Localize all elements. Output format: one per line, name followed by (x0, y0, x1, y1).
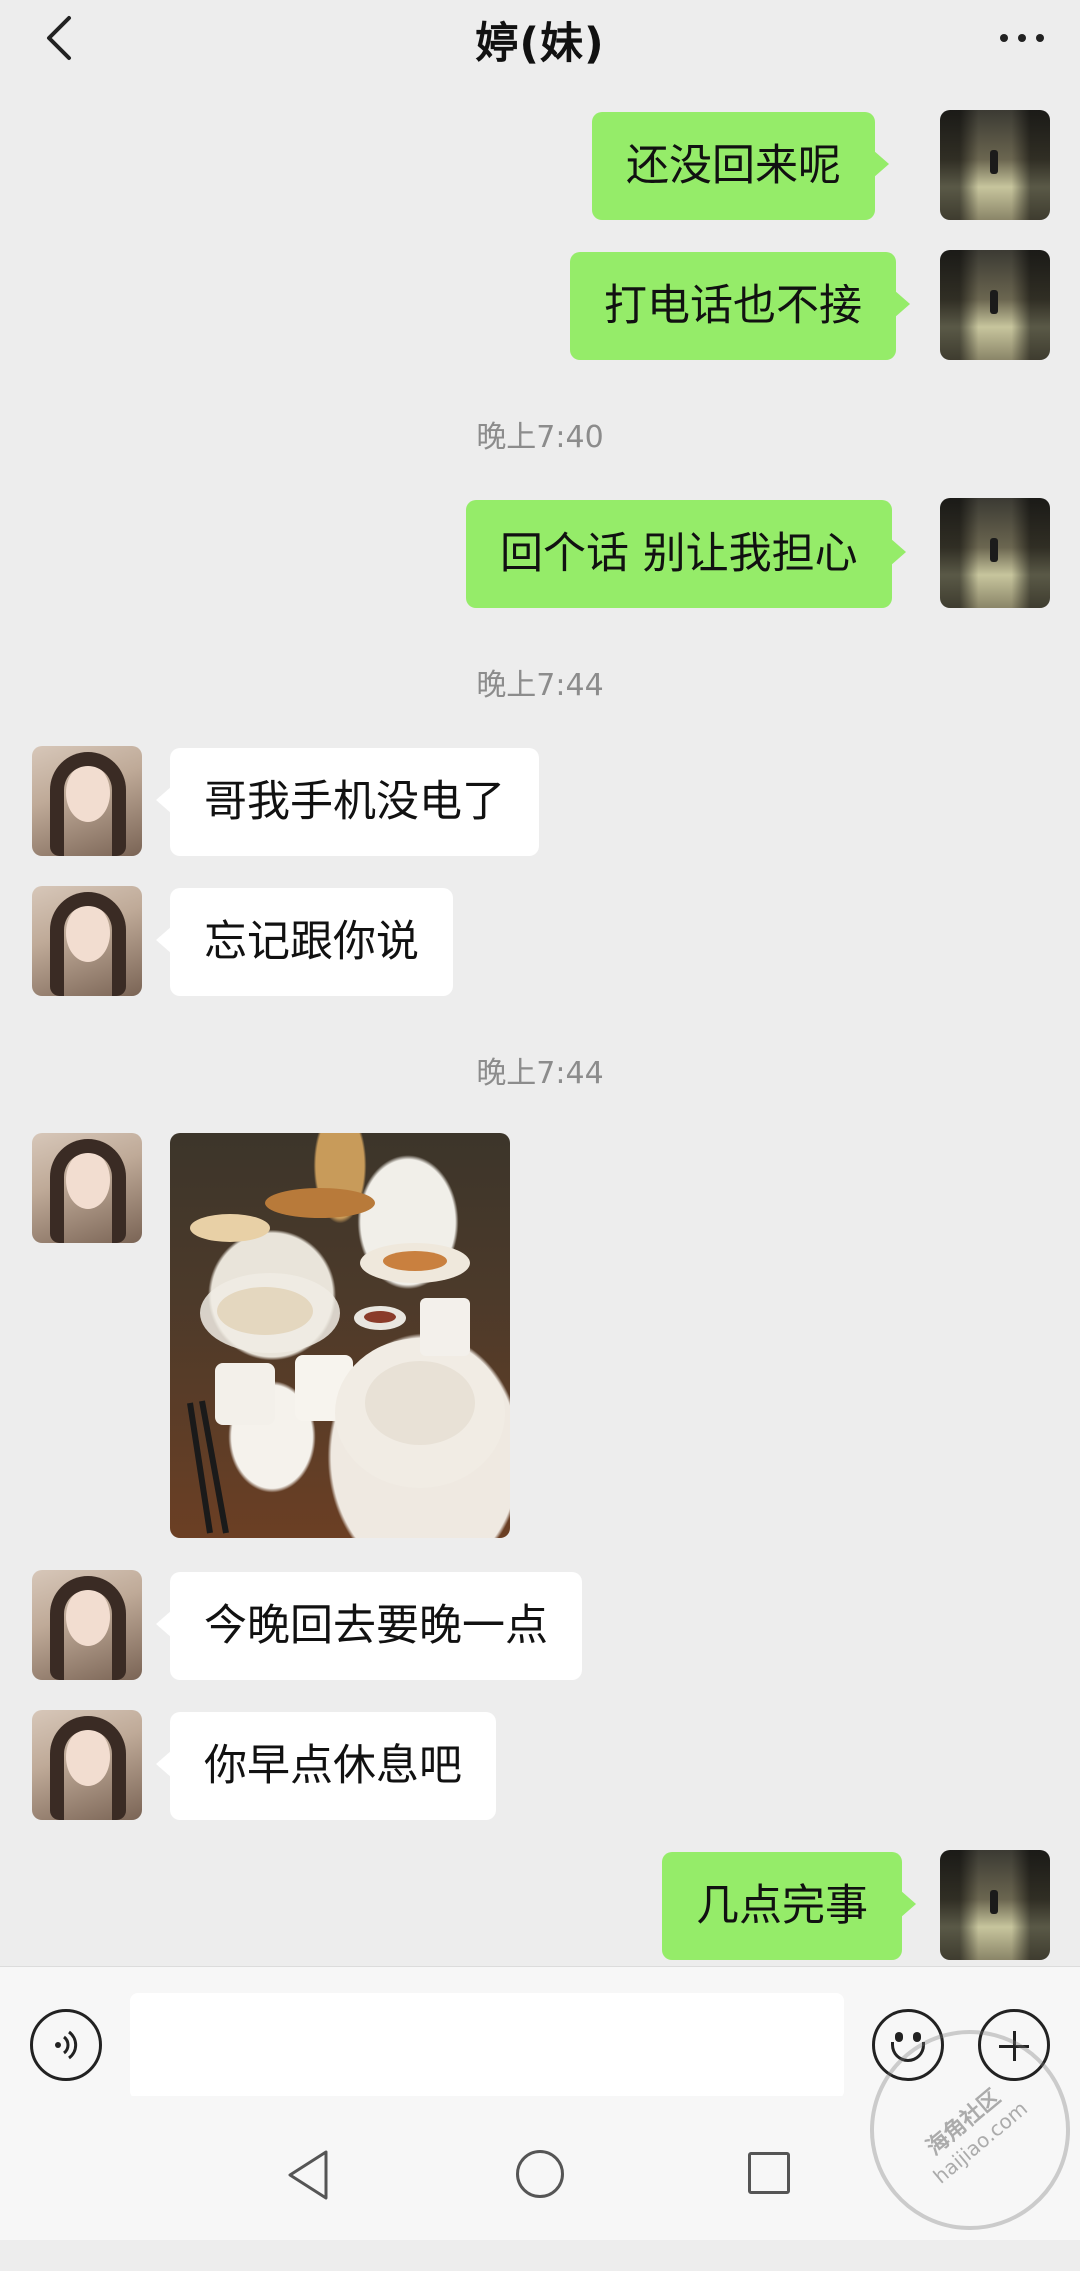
received-message-bubble[interactable]: 哥我手机没电了 (156, 748, 539, 856)
received-message-bubble[interactable]: 今晚回去要晚一点 (156, 1572, 582, 1680)
my-avatar[interactable] (940, 498, 1050, 608)
received-message-bubble[interactable]: 你早点休息吧 (156, 1712, 496, 1820)
message-text-field[interactable] (130, 1993, 844, 2099)
square-recent-icon[interactable] (748, 2152, 790, 2194)
circle-home-icon[interactable] (516, 2150, 564, 2198)
contact-avatar[interactable] (32, 746, 142, 856)
more-dot (1018, 34, 1026, 42)
timestamp: 晚上7:44 (476, 1056, 604, 1091)
emoji-icon (895, 2032, 903, 2042)
photo-content (187, 1188, 505, 1534)
contact-avatar[interactable] (32, 1570, 142, 1680)
timestamp: 晚上7:44 (476, 668, 604, 703)
voice-icon (55, 2030, 78, 2060)
sent-message-bubble[interactable]: 还没回来呢 (592, 112, 889, 220)
received-message-bubble[interactable]: 忘记跟你说 (156, 888, 453, 996)
contact-avatar[interactable] (32, 1710, 142, 1820)
sent-message-bubble[interactable]: 几点完事 (662, 1852, 916, 1960)
chevron-left-icon (47, 16, 71, 60)
more-options-button[interactable] (992, 16, 1052, 60)
timestamp: 晚上7:40 (476, 420, 604, 455)
my-avatar[interactable] (940, 1850, 1050, 1960)
chat-title: 婷(妹) (475, 19, 605, 69)
sent-message-bubble[interactable]: 打电话也不接 (570, 252, 910, 360)
my-avatar[interactable] (940, 110, 1050, 220)
more-dots-icon (1000, 34, 1008, 42)
more-dot (1036, 34, 1044, 42)
sent-message-bubble[interactable]: 回个话 别让我担心 (466, 500, 906, 608)
triangle-back-icon[interactable] (284, 2148, 334, 2202)
my-avatar[interactable] (940, 250, 1050, 360)
voice-button[interactable] (30, 2009, 102, 2081)
contact-avatar[interactable] (32, 1133, 142, 1243)
contact-avatar[interactable] (32, 886, 142, 996)
chat-header: 婷(妹) (0, 0, 1080, 80)
emoji-icon-eye (913, 2032, 921, 2042)
dinner-table-photo[interactable] (170, 1133, 510, 1538)
back-button[interactable] (34, 12, 82, 64)
